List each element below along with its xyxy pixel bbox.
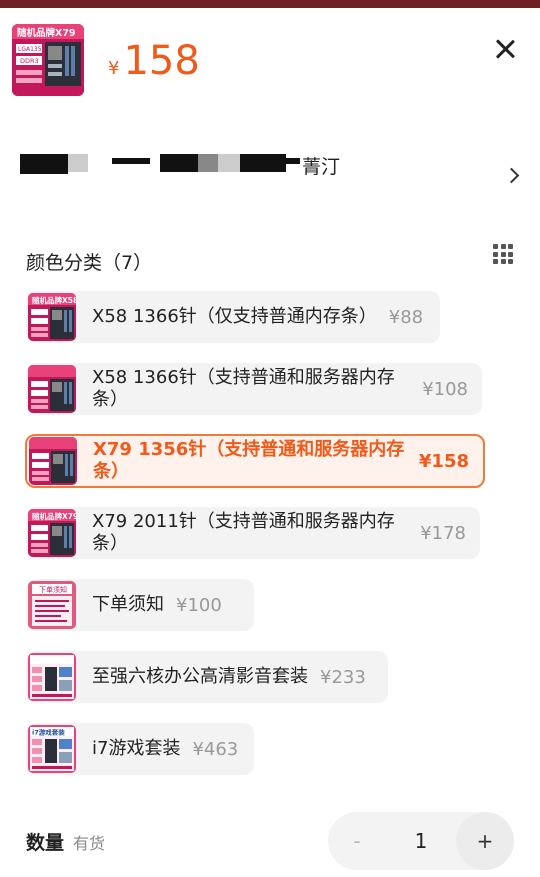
option-label: 至强六核办公高清影音套装 — [92, 666, 308, 687]
bundle-image: i7游戏套装 — [28, 725, 76, 773]
option-label: X79 2011针（支持普通和服务器内存条） — [92, 511, 395, 554]
svg-text:LGA1356: LGA1356 — [18, 46, 46, 53]
address-row[interactable]: 菁汀 — [20, 150, 500, 180]
redacted-block — [68, 154, 88, 172]
option-item[interactable]: 随机品牌X79 X79 2011针（支持普通和服务器内存条） ¥178 — [26, 507, 480, 559]
option-thumbnail: 随机品牌X58 — [28, 293, 76, 341]
board-image: 随机品牌X58 — [28, 293, 76, 341]
option-price: ¥158 — [418, 450, 469, 472]
close-icon[interactable] — [490, 34, 520, 64]
option-price: ¥108 — [422, 378, 468, 400]
stock-status: 有货 — [73, 834, 106, 853]
price-value: 158 — [123, 38, 200, 84]
option-thumbnail: 下单须知 — [28, 581, 76, 629]
option-label: X58 1366针（仅支持普通内存条） — [92, 306, 377, 327]
option-item[interactable]: i7游戏套装 i7游戏套装 ¥463 — [26, 723, 254, 775]
option-item[interactable]: X58 1366针（支持普通和服务器内存条） ¥108 — [26, 363, 482, 415]
option-price: ¥100 — [176, 594, 222, 616]
quantity-stepper: - 1 + — [328, 812, 514, 870]
option-thumbnail — [28, 365, 76, 413]
redacted-block — [286, 158, 300, 164]
board-image — [29, 437, 77, 485]
redacted-block — [198, 154, 218, 172]
selected-price: ¥ 158 — [108, 38, 200, 84]
redacted-block — [160, 154, 198, 172]
option-label: 下单须知 — [92, 594, 164, 615]
option-thumb-title: i7游戏套装 — [32, 728, 65, 737]
board-image: 随机品牌X79 LGA1356 DDR3 — [12, 24, 84, 96]
option-thumbnail — [29, 437, 77, 485]
address-text: 菁汀 — [302, 156, 341, 178]
option-thumbnail: 随机品牌X79 — [28, 509, 76, 557]
option-thumbnail — [28, 653, 76, 701]
option-thumb-title: 随机品牌X58 — [32, 295, 76, 305]
quantity-value[interactable]: 1 — [386, 812, 456, 870]
redacted-block — [20, 154, 68, 174]
option-item[interactable]: 下单须知 下单须知 ¥100 — [26, 579, 254, 631]
option-label: X58 1366针（支持普通和服务器内存条） — [92, 367, 395, 410]
option-price: ¥178 — [420, 522, 466, 544]
board-image: 随机品牌X79 — [28, 509, 76, 557]
option-item[interactable]: 随机品牌X58 X58 1366针（仅支持普通内存条） ¥88 — [26, 291, 440, 343]
increment-button[interactable]: + — [456, 812, 514, 870]
option-thumb-title: 下单须知 — [39, 585, 67, 594]
board-image — [28, 365, 76, 413]
option-label: X79 1356针（支持普通和服务器内存条） — [93, 439, 405, 482]
bundle-image — [28, 653, 76, 701]
option-price: ¥88 — [388, 306, 424, 328]
redacted-block — [112, 158, 150, 164]
option-label: i7游戏套装 — [92, 738, 181, 759]
redacted-block — [218, 154, 240, 172]
options-title: 颜色分类（7） — [26, 252, 153, 274]
option-thumbnail: i7游戏套装 — [28, 725, 76, 773]
option-item[interactable]: 至强六核办公高清影音套装 ¥233 — [26, 651, 388, 703]
quantity-label: 数量 — [26, 832, 65, 854]
decrement-button[interactable]: - — [328, 812, 386, 870]
grid-view-icon[interactable] — [493, 244, 513, 264]
option-price: ¥233 — [320, 666, 366, 688]
redacted-block — [240, 154, 286, 172]
thumb-title: 随机品牌X79 — [17, 27, 76, 39]
option-thumb-title: 随机品牌X79 — [32, 511, 76, 521]
notice-image: 下单须知 — [28, 581, 76, 629]
option-price: ¥463 — [192, 738, 239, 760]
svg-text:DDR3: DDR3 — [20, 57, 39, 65]
option-item[interactable]: X79 1356针（支持普通和服务器内存条） ¥158 — [25, 434, 485, 488]
background-strip — [0, 0, 540, 8]
currency-symbol: ¥ — [108, 58, 120, 79]
product-thumbnail[interactable]: 随机品牌X79 LGA1356 DDR3 — [12, 24, 84, 96]
